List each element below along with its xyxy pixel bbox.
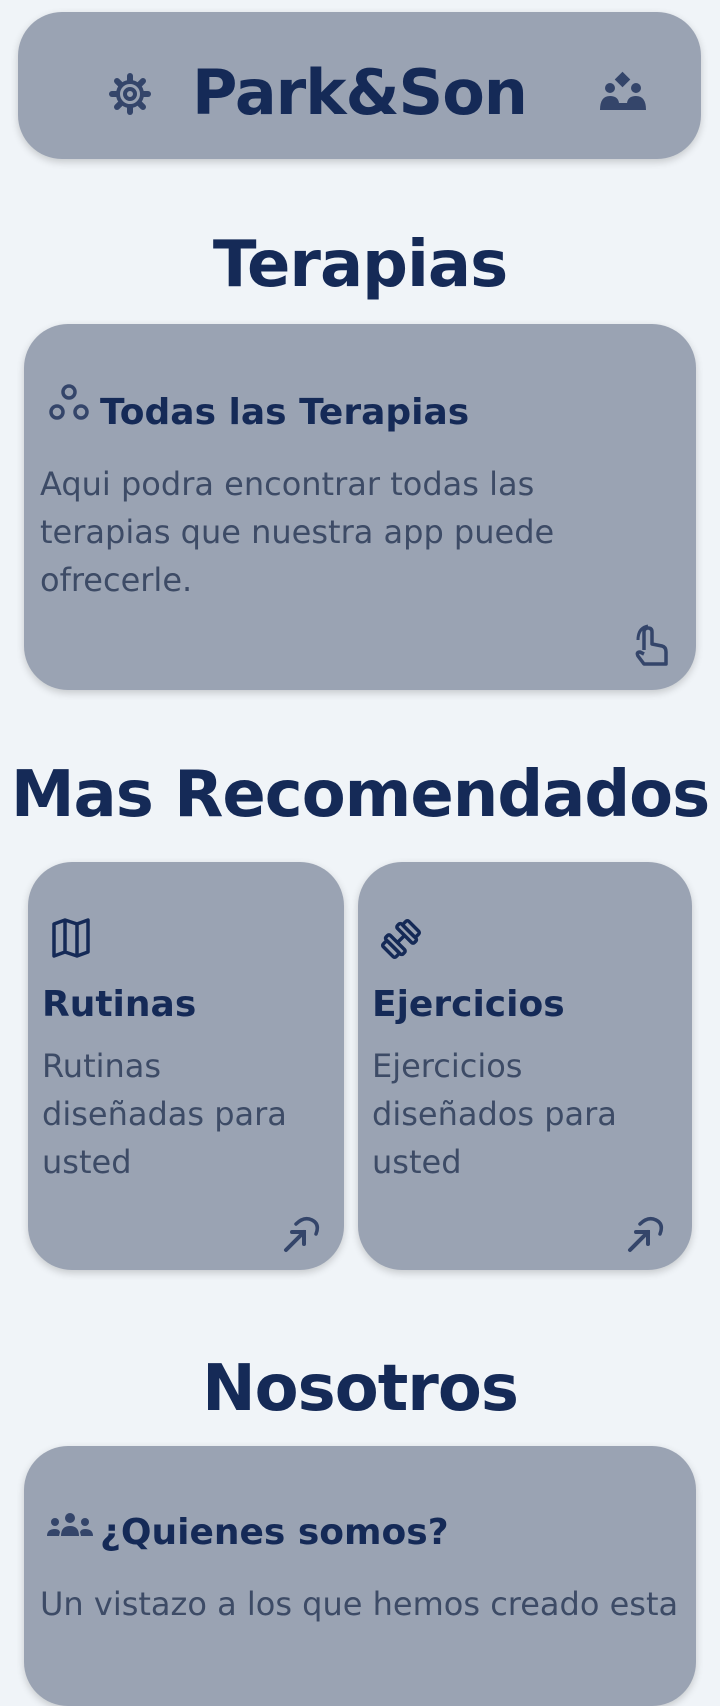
people-icon	[47, 1513, 93, 1536]
section-title-nosotros: Nosotros	[202, 1352, 519, 1426]
card-title: Ejercicios	[372, 984, 565, 1025]
card-description: Ejercicios diseñados para usted	[372, 1047, 617, 1181]
team-icon[interactable]	[598, 70, 648, 114]
map-icon	[52, 918, 90, 958]
card-rutinas[interactable]: Rutinas Rutinas diseñadas para usted	[28, 862, 344, 1270]
section-title-terapias: Terapias	[212, 228, 508, 302]
section-title-recomendados: Mas Recomendados	[10, 758, 710, 832]
card-todas-terapias[interactable]: Todas las Terapias Aqui podra encontrar …	[24, 324, 696, 690]
card-description: Aqui podra encontrar todas las terapias …	[40, 465, 555, 599]
card-description: Rutinas diseñadas para usted	[42, 1047, 287, 1181]
app-header: Park&Son	[18, 12, 701, 159]
card-description: Un vistazo a los que hemos creado esta	[40, 1585, 679, 1623]
pointer-icon[interactable]	[626, 1214, 666, 1254]
card-quienes-somos[interactable]: ¿Quienes somos? Un vistazo a los que hem…	[24, 1446, 696, 1706]
tap-icon[interactable]	[630, 624, 670, 668]
pointer-icon[interactable]	[282, 1214, 322, 1254]
dumbbell-icon	[380, 918, 422, 960]
card-title: Rutinas	[42, 984, 197, 1025]
circles-icon	[49, 384, 89, 420]
card-ejercicios[interactable]: Ejercicios Ejercicios diseñados para ust…	[358, 862, 692, 1270]
card-title: ¿Quienes somos?	[100, 1512, 449, 1553]
card-title: Todas las Terapias	[100, 392, 470, 433]
